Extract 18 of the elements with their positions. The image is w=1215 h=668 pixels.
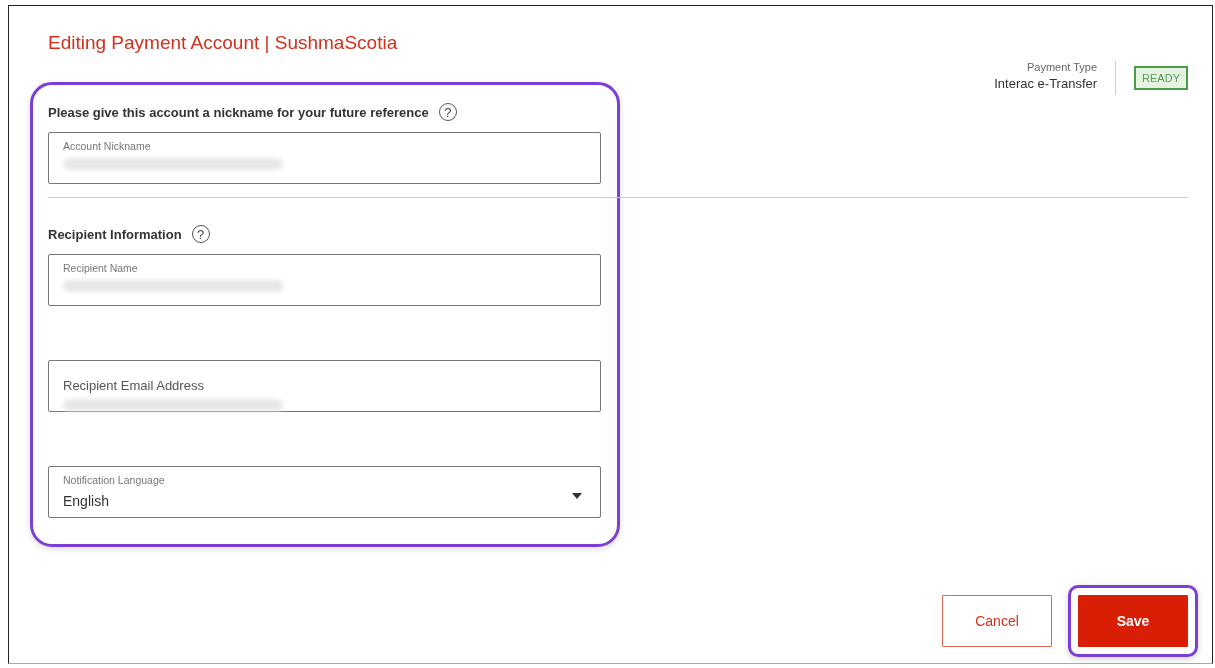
page-title: Editing Payment Account | SushmaScotia	[48, 31, 399, 55]
field-label: Account Nickname	[63, 140, 152, 153]
input-field[interactable]: Account Nickname	[48, 132, 601, 184]
status-badge: READY	[1134, 66, 1188, 90]
payment-type-label: Payment Type	[1025, 61, 1098, 73]
payment-type-value: Interac e-Transfer	[994, 76, 1098, 91]
section-heading: Recipient Information	[48, 226, 182, 242]
field-label: Recipient Name	[63, 262, 139, 275]
input-field[interactable]: Recipient Name	[48, 254, 601, 306]
field-value: English	[63, 493, 109, 509]
field-label: Recipient Email Address	[63, 378, 205, 394]
save-button[interactable]: Save	[1078, 595, 1188, 647]
field-label: Notification Language	[63, 474, 166, 487]
cancel-button[interactable]: Cancel	[942, 595, 1052, 647]
select-field[interactable]: Notification Language English	[48, 466, 601, 518]
input-field[interactable]: Recipient Email Address	[48, 360, 601, 412]
section-heading: Please give this account a nickname for your future reference	[48, 104, 429, 120]
caret-icon	[572, 493, 582, 499]
